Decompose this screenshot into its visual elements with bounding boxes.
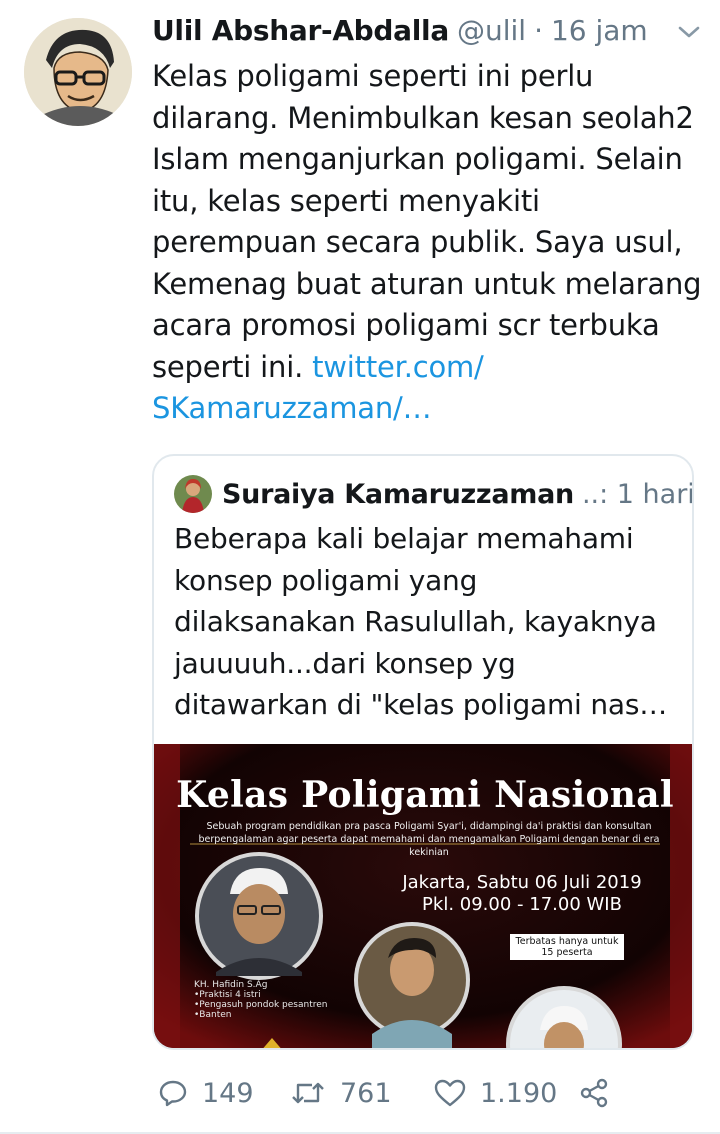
quoted-tweet-header: Suraiya Kamaruzzaman ..: 1 hari	[174, 472, 694, 516]
poster-subtitle: Sebuah program pendidikan pra pasca Poli…	[198, 821, 660, 858]
like-count: 1.190	[480, 1077, 558, 1109]
tweet-time[interactable]: 16 jam	[551, 14, 648, 47]
poster-date-line2: Pkl. 09.00 - 17.00 WIB	[422, 894, 622, 915]
quoted-tweet-text: Beberapa kali belajar memahami konsep po…	[174, 522, 668, 721]
quoted-tweet-card[interactable]: Suraiya Kamaruzzaman ..: 1 hari Beberapa…	[152, 454, 694, 1050]
poster-title: Kelas Poligami Nasional	[176, 774, 674, 816]
cartoon-avatar	[24, 18, 132, 126]
retweet-icon	[292, 1082, 324, 1104]
retweet-button[interactable]: 761	[290, 1078, 434, 1109]
share-button[interactable]	[578, 1078, 610, 1108]
meta-separator: ·	[534, 13, 543, 47]
reply-icon	[159, 1080, 187, 1107]
tweet-actions: 149 761 1.190	[158, 1070, 610, 1116]
author-name[interactable]: Ulil Abshar-Abdalla	[152, 14, 449, 47]
poster-date-line1: Jakarta, Sabtu 06 Juli 2019	[402, 872, 642, 893]
reply-count: 149	[202, 1077, 254, 1109]
share-icon	[580, 1078, 608, 1108]
like-button[interactable]: 1.190	[434, 1078, 578, 1109]
tweet-body: Ulil Abshar-Abdalla @ulil · 16 jam Kelas…	[152, 8, 704, 430]
tweet-text-content: Kelas poligami seperti ini perlu dilaran…	[152, 59, 702, 384]
like-icon	[434, 1079, 466, 1107]
tweet-header: Ulil Abshar-Abdalla @ulil · 16 jam	[152, 8, 704, 52]
poster-speaker-info: KH. Hafidin S.Ag •Praktisi 4 istri •Peng…	[194, 980, 328, 1020]
author-avatar[interactable]	[24, 18, 132, 126]
tweet-text: Kelas poligami seperti ini perlu dilaran…	[152, 56, 704, 430]
quoted-tweet-meta: ..: 1 hari	[581, 478, 694, 510]
quoted-tweet-image[interactable]: Kelas Poligami Nasional Sebuah program p…	[154, 744, 692, 1048]
author-handle[interactable]: @ulil	[457, 14, 526, 47]
poster-date: Jakarta, Sabtu 06 Juli 2019 Pkl. 09.00 -…	[402, 872, 642, 916]
retweet-count: 761	[340, 1077, 392, 1109]
quoted-author-avatar	[174, 475, 212, 513]
reply-button[interactable]: 149	[158, 1078, 290, 1109]
chevron-down-icon[interactable]	[674, 20, 704, 44]
quoted-author-name: Suraiya Kamaruzzaman	[222, 478, 574, 510]
poster-badge: Terbatas hanya untuk 15 peserta	[510, 934, 624, 960]
